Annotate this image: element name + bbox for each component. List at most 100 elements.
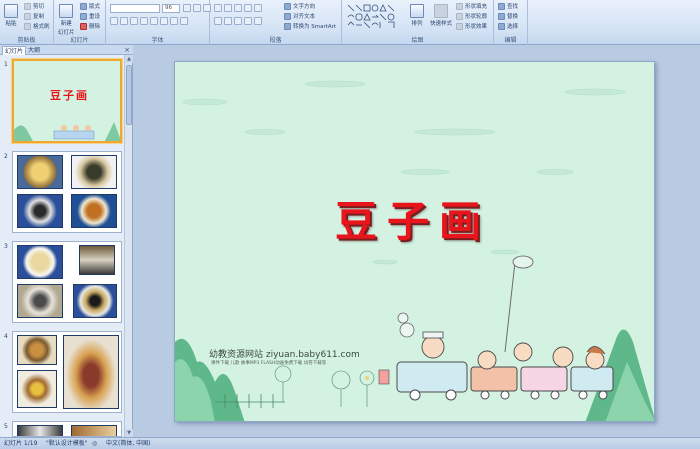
spacing-icon[interactable] — [160, 17, 168, 25]
copy-button[interactable]: 复制 — [24, 12, 44, 20]
select-button[interactable]: 选择 — [498, 22, 518, 30]
layout-icon — [80, 2, 87, 10]
find-button[interactable]: 查找 — [498, 2, 518, 10]
slide-number-2: 2 — [4, 153, 8, 160]
slide-counter: 幻灯片 1/19 — [4, 440, 38, 447]
line-spacing-icon[interactable] — [254, 4, 262, 12]
replace-icon — [498, 12, 505, 20]
smartart-button[interactable]: 转换为 SmartArt — [284, 22, 336, 30]
panel-scrollbar[interactable]: ▲ ▼ — [124, 55, 133, 437]
text-direction-button[interactable]: 文字方向 — [284, 2, 315, 10]
list-buttons — [214, 4, 262, 12]
columns-icon[interactable] — [254, 17, 262, 25]
thumb2-photo-1 — [17, 155, 63, 189]
clipboard-label: 剪贴板 — [17, 37, 36, 44]
slide-thumbnail-5[interactable] — [12, 421, 122, 437]
font-group: 96 字体 — [106, 0, 211, 45]
scroll-thumb[interactable] — [126, 65, 132, 125]
thumb3-photo-4 — [73, 284, 117, 318]
replace-button[interactable]: 替换 — [498, 12, 518, 20]
cut-button[interactable]: 剪切 — [24, 2, 44, 10]
scroll-up-icon[interactable]: ▲ — [125, 55, 133, 63]
shrink-font-icon[interactable] — [193, 4, 201, 12]
format-painter-button[interactable]: 格式刷 — [24, 22, 50, 30]
slide-thumbnail-1[interactable]: 豆子画 — [12, 59, 122, 143]
scroll-down-icon[interactable]: ▼ — [125, 429, 133, 437]
delete-slide-button[interactable]: 删除 — [80, 22, 100, 30]
font-label: 字体 — [151, 37, 164, 44]
align-buttons — [214, 17, 262, 25]
bold-icon[interactable] — [110, 17, 118, 25]
quick-styles-button[interactable]: 快速样式 — [430, 4, 452, 27]
slide-canvas[interactable]: 豆子画 幼教资源网站 ziyuan.baby611.com 课件下载 儿歌 故事… — [174, 61, 655, 422]
ribbon: 粘贴 剪切 复制 格式刷 剪贴板 新建 幻灯片 版式 重设 删除 幻灯片 96 — [0, 0, 700, 45]
panel-close-icon[interactable]: × — [124, 46, 130, 54]
status-bar: 幻灯片 1/19 "默认设计模板" ◎ 中文(简体, 中国) — [0, 437, 700, 449]
thumb3-photo-3 — [17, 284, 63, 318]
thumb3-photo-2 — [79, 245, 115, 275]
clipboard-group: 粘贴 剪切 复制 格式刷 剪贴板 — [0, 0, 54, 45]
font-name-combo[interactable] — [110, 4, 160, 13]
drawing-label: 绘图 — [411, 37, 424, 44]
underline-icon[interactable] — [130, 17, 138, 25]
new-slide-button[interactable]: 新建 幻灯片 — [58, 4, 75, 36]
select-icon — [498, 22, 505, 30]
grow-font-icon[interactable] — [183, 4, 191, 12]
delete-icon — [80, 22, 87, 30]
editing-group: 查找 替换 选择 编辑 — [494, 0, 528, 45]
layout-button[interactable]: 版式 — [80, 2, 100, 10]
slide-thumbnail-2[interactable] — [12, 151, 122, 233]
thumb4-photo-3 — [17, 370, 57, 408]
tab-outline[interactable]: 大纲 — [26, 46, 42, 55]
shape-fill-button[interactable]: 形状填充 — [456, 2, 487, 10]
font-color-icon[interactable] — [180, 17, 188, 25]
new-slide-icon — [59, 4, 74, 18]
font-size-combo[interactable]: 96 — [162, 4, 180, 13]
align-right-icon[interactable] — [234, 17, 242, 25]
quick-styles-icon — [434, 4, 448, 18]
thumb5-photo-2 — [71, 425, 117, 436]
slide-number-1: 1 — [4, 61, 8, 68]
slide-number-3: 3 — [4, 243, 8, 250]
panel-tabs: 幻灯片 大纲 × — [0, 45, 133, 55]
paste-icon — [4, 4, 18, 18]
brush-icon — [24, 22, 31, 30]
align-center-icon[interactable] — [224, 17, 232, 25]
shapes-gallery[interactable] — [346, 3, 406, 29]
outline-icon — [456, 12, 463, 20]
arrange-button[interactable]: 排列 — [410, 4, 424, 27]
paste-button[interactable]: 粘贴 — [4, 4, 18, 27]
theme-name: "默认设计模板" — [46, 440, 88, 447]
slide-thumbnail-3[interactable] — [12, 241, 122, 323]
shape-outline-button[interactable]: 形状轮廓 — [456, 12, 487, 20]
shape-effects-button[interactable]: 形状效果 — [456, 22, 487, 30]
slide-number-5: 5 — [4, 423, 8, 430]
editing-label: 编辑 — [504, 37, 517, 44]
strikethrough-icon[interactable] — [140, 17, 148, 25]
spell-check-icon[interactable]: ◎ — [92, 438, 97, 449]
align-left-icon[interactable] — [214, 17, 222, 25]
thumb4-photo-1 — [17, 335, 57, 365]
binoculars-icon — [498, 2, 505, 10]
paragraph-group: 文字方向 对齐文本 转换为 SmartArt 段落 — [210, 0, 342, 45]
text-direction-icon — [284, 2, 291, 10]
scissors-icon — [24, 2, 31, 10]
slide-thumbnail-4[interactable] — [12, 331, 122, 413]
slides-group: 新建 幻灯片 版式 重设 删除 幻灯片 — [54, 0, 106, 45]
justify-icon[interactable] — [244, 17, 252, 25]
italic-icon[interactable] — [120, 17, 128, 25]
thumb2-photo-2 — [71, 155, 117, 189]
align-text-button[interactable]: 对齐文本 — [284, 12, 315, 20]
bullets-icon[interactable] — [214, 4, 222, 12]
case-icon[interactable] — [170, 17, 178, 25]
indent-increase-icon[interactable] — [244, 4, 252, 12]
paragraph-label: 段落 — [269, 37, 282, 44]
slides-label: 幻灯片 — [70, 37, 89, 44]
slide-title[interactable]: 豆子画 — [335, 188, 491, 249]
tab-slides[interactable]: 幻灯片 — [2, 46, 27, 55]
indent-decrease-icon[interactable] — [234, 4, 242, 12]
numbering-icon[interactable] — [224, 4, 232, 12]
align-text-icon — [284, 12, 291, 20]
reset-button[interactable]: 重设 — [80, 12, 100, 20]
shadow-icon[interactable] — [150, 17, 158, 25]
